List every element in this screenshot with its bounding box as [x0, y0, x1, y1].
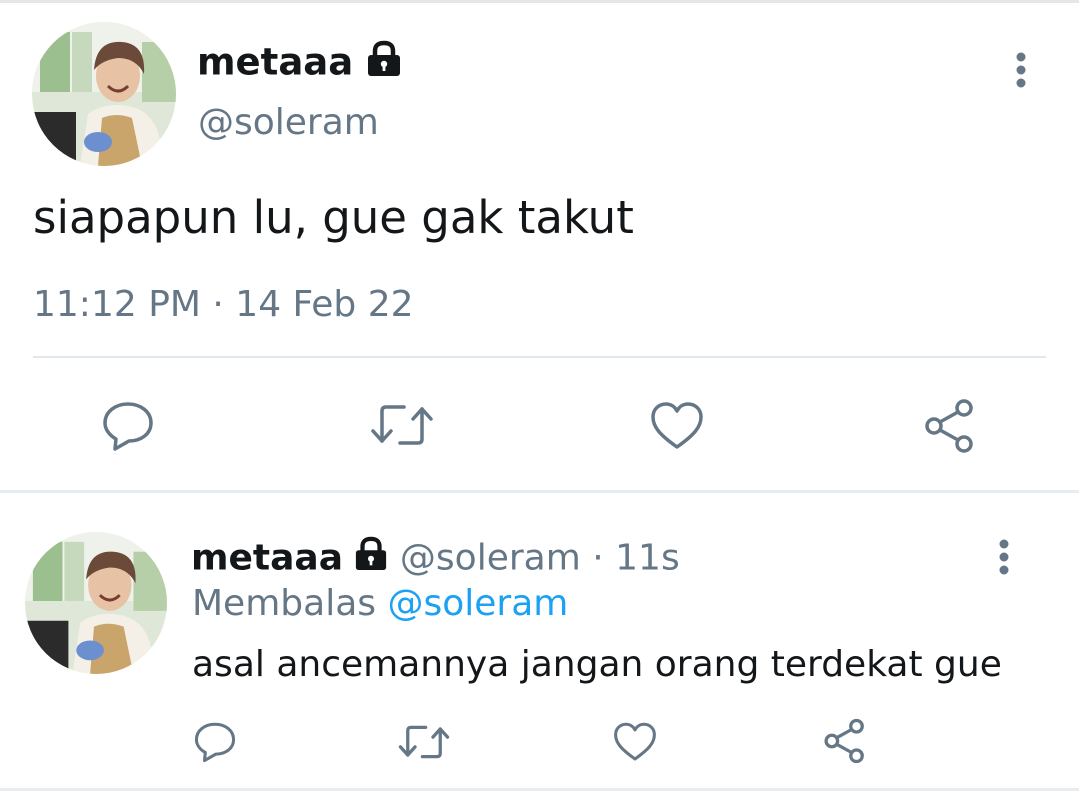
reply-text: asal ancemannya jangan orang terdekat gu…: [192, 644, 1002, 685]
reply-avatar[interactable]: [25, 532, 167, 674]
replying-prefix: Membalas: [192, 583, 377, 624]
retweet-icon[interactable]: [370, 401, 434, 449]
reply-header: metaaa @soleram · 11s: [191, 536, 680, 583]
bottom-divider: [0, 788, 1079, 791]
avatar[interactable]: [32, 22, 176, 166]
reply-display-name[interactable]: metaaa: [191, 538, 343, 579]
tweet-text: siapapun lu, gue gak takut: [33, 191, 634, 244]
display-name-row[interactable]: metaaa: [197, 40, 402, 88]
section-divider: [0, 490, 1079, 493]
reply-icon[interactable]: [101, 400, 155, 452]
like-icon[interactable]: [650, 400, 704, 452]
share-icon[interactable]: [922, 398, 978, 454]
reply-icon[interactable]: [193, 721, 237, 763]
share-icon[interactable]: [822, 718, 868, 764]
retweet-icon[interactable]: [398, 722, 450, 762]
top-border: [0, 0, 1079, 3]
timestamp[interactable]: 11:12 PM · 14 Feb 22: [33, 282, 414, 328]
replying-to-link[interactable]: @soleram: [387, 583, 568, 624]
like-icon[interactable]: [613, 721, 657, 763]
lock-icon: [366, 40, 402, 88]
replying-to: Membalas @soleram: [192, 582, 568, 626]
handle[interactable]: @soleram: [198, 101, 379, 145]
reply-handle[interactable]: @soleram: [400, 538, 581, 579]
reply-time: · 11s: [592, 537, 680, 579]
display-name[interactable]: metaaa: [197, 41, 353, 84]
more-vertical-icon[interactable]: [1008, 50, 1034, 90]
more-vertical-icon[interactable]: [991, 537, 1017, 577]
lock-icon: [354, 536, 388, 583]
divider: [33, 356, 1046, 358]
